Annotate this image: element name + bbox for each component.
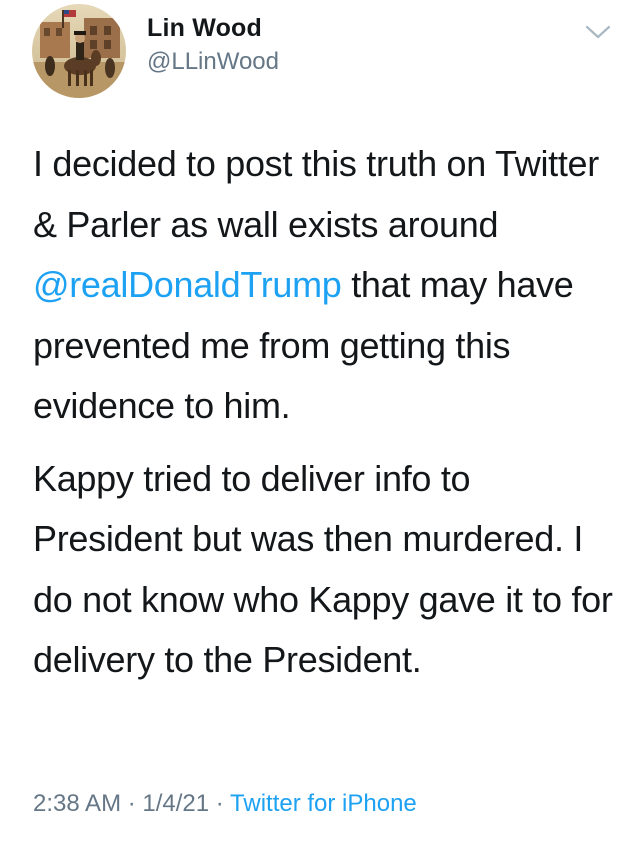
author-handle[interactable]: @LLinWood [147, 48, 279, 76]
tweet-time[interactable]: 2:38 AM [33, 790, 121, 817]
meta-separator: · [121, 790, 143, 817]
tweet-paragraph-2: Kappy tried to deliver info to President… [33, 457, 613, 681]
tweet-source-link[interactable]: Twitter for iPhone [230, 790, 417, 817]
tweet-menu-button[interactable] [584, 22, 612, 42]
chevron-down-icon [585, 25, 611, 39]
meta-separator: · [209, 790, 231, 817]
author-display-name[interactable]: Lin Wood [147, 14, 262, 43]
avatar[interactable] [32, 4, 126, 98]
tweet-text: I decided to post this truth on Twitter … [33, 134, 613, 691]
tweet-paragraph-1: I decided to post this truth on Twitter … [33, 134, 613, 437]
tweet-metadata: 2:38 AM · 1/4/21 · Twitter for iPhone [33, 790, 417, 818]
tweet-date[interactable]: 1/4/21 [142, 790, 209, 817]
avatar-painting-icon [32, 4, 126, 98]
tweet-detail: Lin Wood @LLinWood I decided to post thi… [0, 0, 640, 847]
tweet-text-segment: I decided to post this truth on Twitter … [33, 143, 599, 245]
mention-link[interactable]: @realDonaldTrump [33, 264, 342, 305]
